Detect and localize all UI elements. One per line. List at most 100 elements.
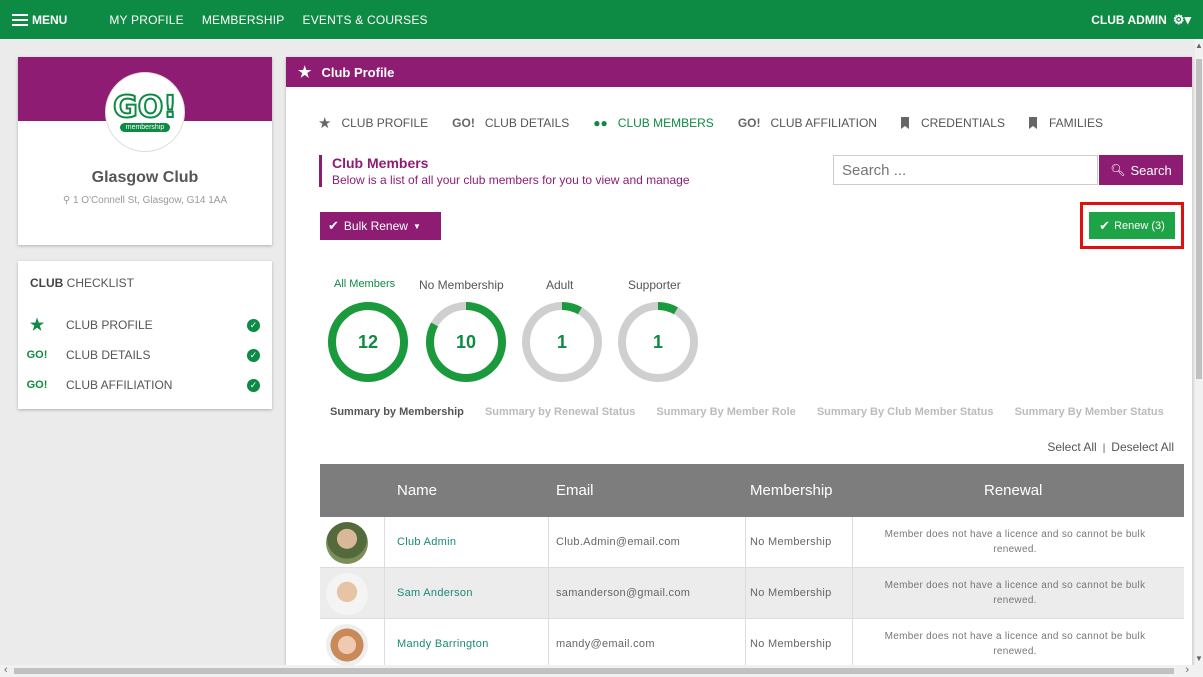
summary-tab-renewal-status[interactable]: Summary by Renewal Status (485, 406, 635, 418)
gear-icon: ⚙▾ (1172, 11, 1191, 27)
star-icon: ★ (29, 317, 45, 334)
ring-label-no-membership[interactable]: No Membership (419, 278, 504, 292)
member-membership: No Membership (750, 638, 832, 650)
scroll-thumb[interactable] (14, 668, 1174, 674)
star-icon: ★ (318, 115, 332, 132)
ring-label-all-members[interactable]: All Members (334, 278, 395, 290)
nav-membership[interactable]: MEMBERSHIP (202, 13, 285, 27)
tab-club-profile[interactable]: ★ CLUB PROFILE (318, 114, 428, 132)
search-input[interactable] (833, 155, 1098, 185)
summary-tab-membership[interactable]: Summary by Membership (330, 406, 464, 418)
ring-label-adult[interactable]: Adult (546, 278, 573, 292)
header-email[interactable]: Email (556, 482, 594, 499)
table-row[interactable]: Mandy Barrington mandy@email.com No Memb… (320, 619, 1184, 665)
section-title: Club Members (332, 155, 429, 171)
search-button-label: Search (1130, 162, 1172, 178)
club-logo: GO! membership (105, 72, 185, 152)
panel-header: ★ Club Profile (286, 57, 1192, 87)
scroll-right-icon[interactable]: › (1185, 664, 1189, 676)
checklist-item-club-profile[interactable]: ★ CLUB PROFILE ✓ (26, 315, 260, 335)
ring-label-supporter[interactable]: Supporter (628, 278, 681, 292)
cell-divider (548, 619, 549, 665)
checklist-item-club-details[interactable]: GO! CLUB DETAILS ✓ (26, 345, 260, 365)
user-menu[interactable]: CLUB ADMIN ⚙▾ (1091, 0, 1191, 39)
select-all-link[interactable]: Select All (1047, 440, 1096, 454)
cell-divider (745, 619, 746, 665)
cell-divider (745, 517, 746, 567)
menu-label: MENU (32, 12, 68, 27)
table-header: Name Email Membership Renewal (320, 464, 1184, 517)
vertical-scrollbar[interactable]: ▲ ▼ (1195, 39, 1203, 665)
summary-tab-club-member-status[interactable]: Summary By Club Member Status (817, 406, 994, 418)
scroll-thumb[interactable] (1196, 59, 1202, 379)
tab-label: CLUB DETAILS (484, 116, 570, 130)
tab-label: CREDENTIALS (920, 116, 1005, 130)
checklist-item-club-affiliation[interactable]: GO! CLUB AFFILIATION ✓ (26, 375, 260, 395)
menu-button[interactable]: MENU (12, 13, 67, 27)
club-profile-card: GO! membership Glasgow Club ⚲ 1 O'Connel… (18, 57, 272, 245)
logo-text: GO! (112, 89, 178, 125)
bulk-renew-button[interactable]: ✔ Bulk Renew ▼ (320, 212, 441, 240)
scroll-left-icon[interactable]: ‹ (4, 664, 8, 676)
horizontal-scrollbar[interactable]: ‹ › (0, 664, 1203, 677)
checklist-label: CLUB PROFILE (66, 318, 153, 332)
ring-adult[interactable]: 1 (521, 301, 603, 383)
renew-button[interactable]: ✔ Renew (3) (1089, 212, 1175, 239)
header-renewal[interactable]: Renewal (984, 482, 1042, 499)
checklist-title-bold: CLUB (30, 276, 64, 290)
check-circle-icon: ✓ (247, 348, 260, 362)
tab-club-affiliation[interactable]: GO! CLUB AFFILIATION (738, 116, 877, 130)
tab-club-members[interactable]: ●● CLUB MEMBERS (593, 116, 714, 130)
scroll-up-icon[interactable]: ▲ (1195, 41, 1203, 50)
table-row[interactable]: Sam Anderson samanderson@gmail.com No Me… (320, 568, 1184, 619)
ring-all-members[interactable]: 12 (327, 301, 409, 383)
tab-club-details[interactable]: GO! CLUB DETAILS (452, 116, 569, 130)
header-name[interactable]: Name (397, 482, 437, 499)
club-name: Glasgow Club (91, 169, 199, 186)
ring-supporter[interactable]: 1 (617, 301, 699, 383)
member-membership: No Membership (750, 587, 832, 599)
member-email: mandy@email.com (556, 638, 655, 650)
search-button[interactable]: 🔍︎ Search (1099, 155, 1183, 185)
user-label: CLUB ADMIN (1091, 12, 1167, 27)
tab-label: CLUB PROFILE (341, 116, 429, 130)
users-icon: ●● (593, 116, 608, 130)
cell-divider (852, 619, 853, 665)
section-subtitle: Below is a list of all your club members… (332, 173, 690, 187)
summary-tab-member-status[interactable]: Summary By Member Status (1015, 406, 1164, 418)
cell-divider (548, 517, 549, 567)
avatar (326, 522, 368, 564)
club-checklist: CLUB CHECKLIST ★ CLUB PROFILE ✓ GO! CLUB… (18, 261, 272, 409)
nav-my-profile[interactable]: MY PROFILE (109, 13, 183, 27)
scroll-down-icon[interactable]: ▼ (1195, 654, 1203, 663)
summary-tabs: Summary by Membership Summary by Renewal… (330, 406, 1182, 418)
ring-no-membership[interactable]: 10 (425, 301, 507, 383)
nav-events-courses[interactable]: EVENTS & COURSES (303, 13, 428, 27)
members-table: Name Email Membership Renewal Club Admin… (320, 464, 1184, 665)
summary-tab-member-role[interactable]: Summary By Member Role (656, 406, 795, 418)
check-icon: ✔ (328, 218, 339, 233)
member-name[interactable]: Sam Anderson (397, 587, 473, 599)
checklist-label: CLUB AFFILIATION (66, 378, 173, 392)
check-icon: ✔ (1099, 217, 1111, 233)
go-icon: GO! (452, 116, 475, 130)
go-icon: GO! (737, 116, 761, 130)
header-membership[interactable]: Membership (750, 482, 833, 499)
table-row[interactable]: Club Admin Club.Admin@email.com No Membe… (320, 517, 1184, 568)
member-renewal: Member does not have a licence and so ca… (884, 631, 1146, 657)
select-links: Select All | Deselect All (1047, 440, 1174, 454)
member-name[interactable]: Club Admin (397, 536, 456, 548)
checklist-title: CLUB CHECKLIST (30, 276, 134, 290)
member-membership: No Membership (750, 536, 832, 548)
ring-count: 1 (652, 331, 663, 352)
member-name[interactable]: Mandy Barrington (397, 638, 489, 650)
logo-subtext: membership (119, 122, 171, 132)
deselect-all-link[interactable]: Deselect All (1111, 440, 1174, 454)
section-heading: Club Members Below is a list of all your… (319, 155, 690, 187)
panel-header-title: Club Profile (321, 64, 395, 80)
tab-credentials[interactable]: CREDENTIALS (900, 116, 1005, 130)
tab-families[interactable]: FAMILIES (1029, 116, 1103, 130)
check-circle-icon: ✓ (247, 378, 260, 392)
check-circle-icon: ✓ (247, 318, 260, 332)
ring-count: 1 (556, 331, 567, 352)
